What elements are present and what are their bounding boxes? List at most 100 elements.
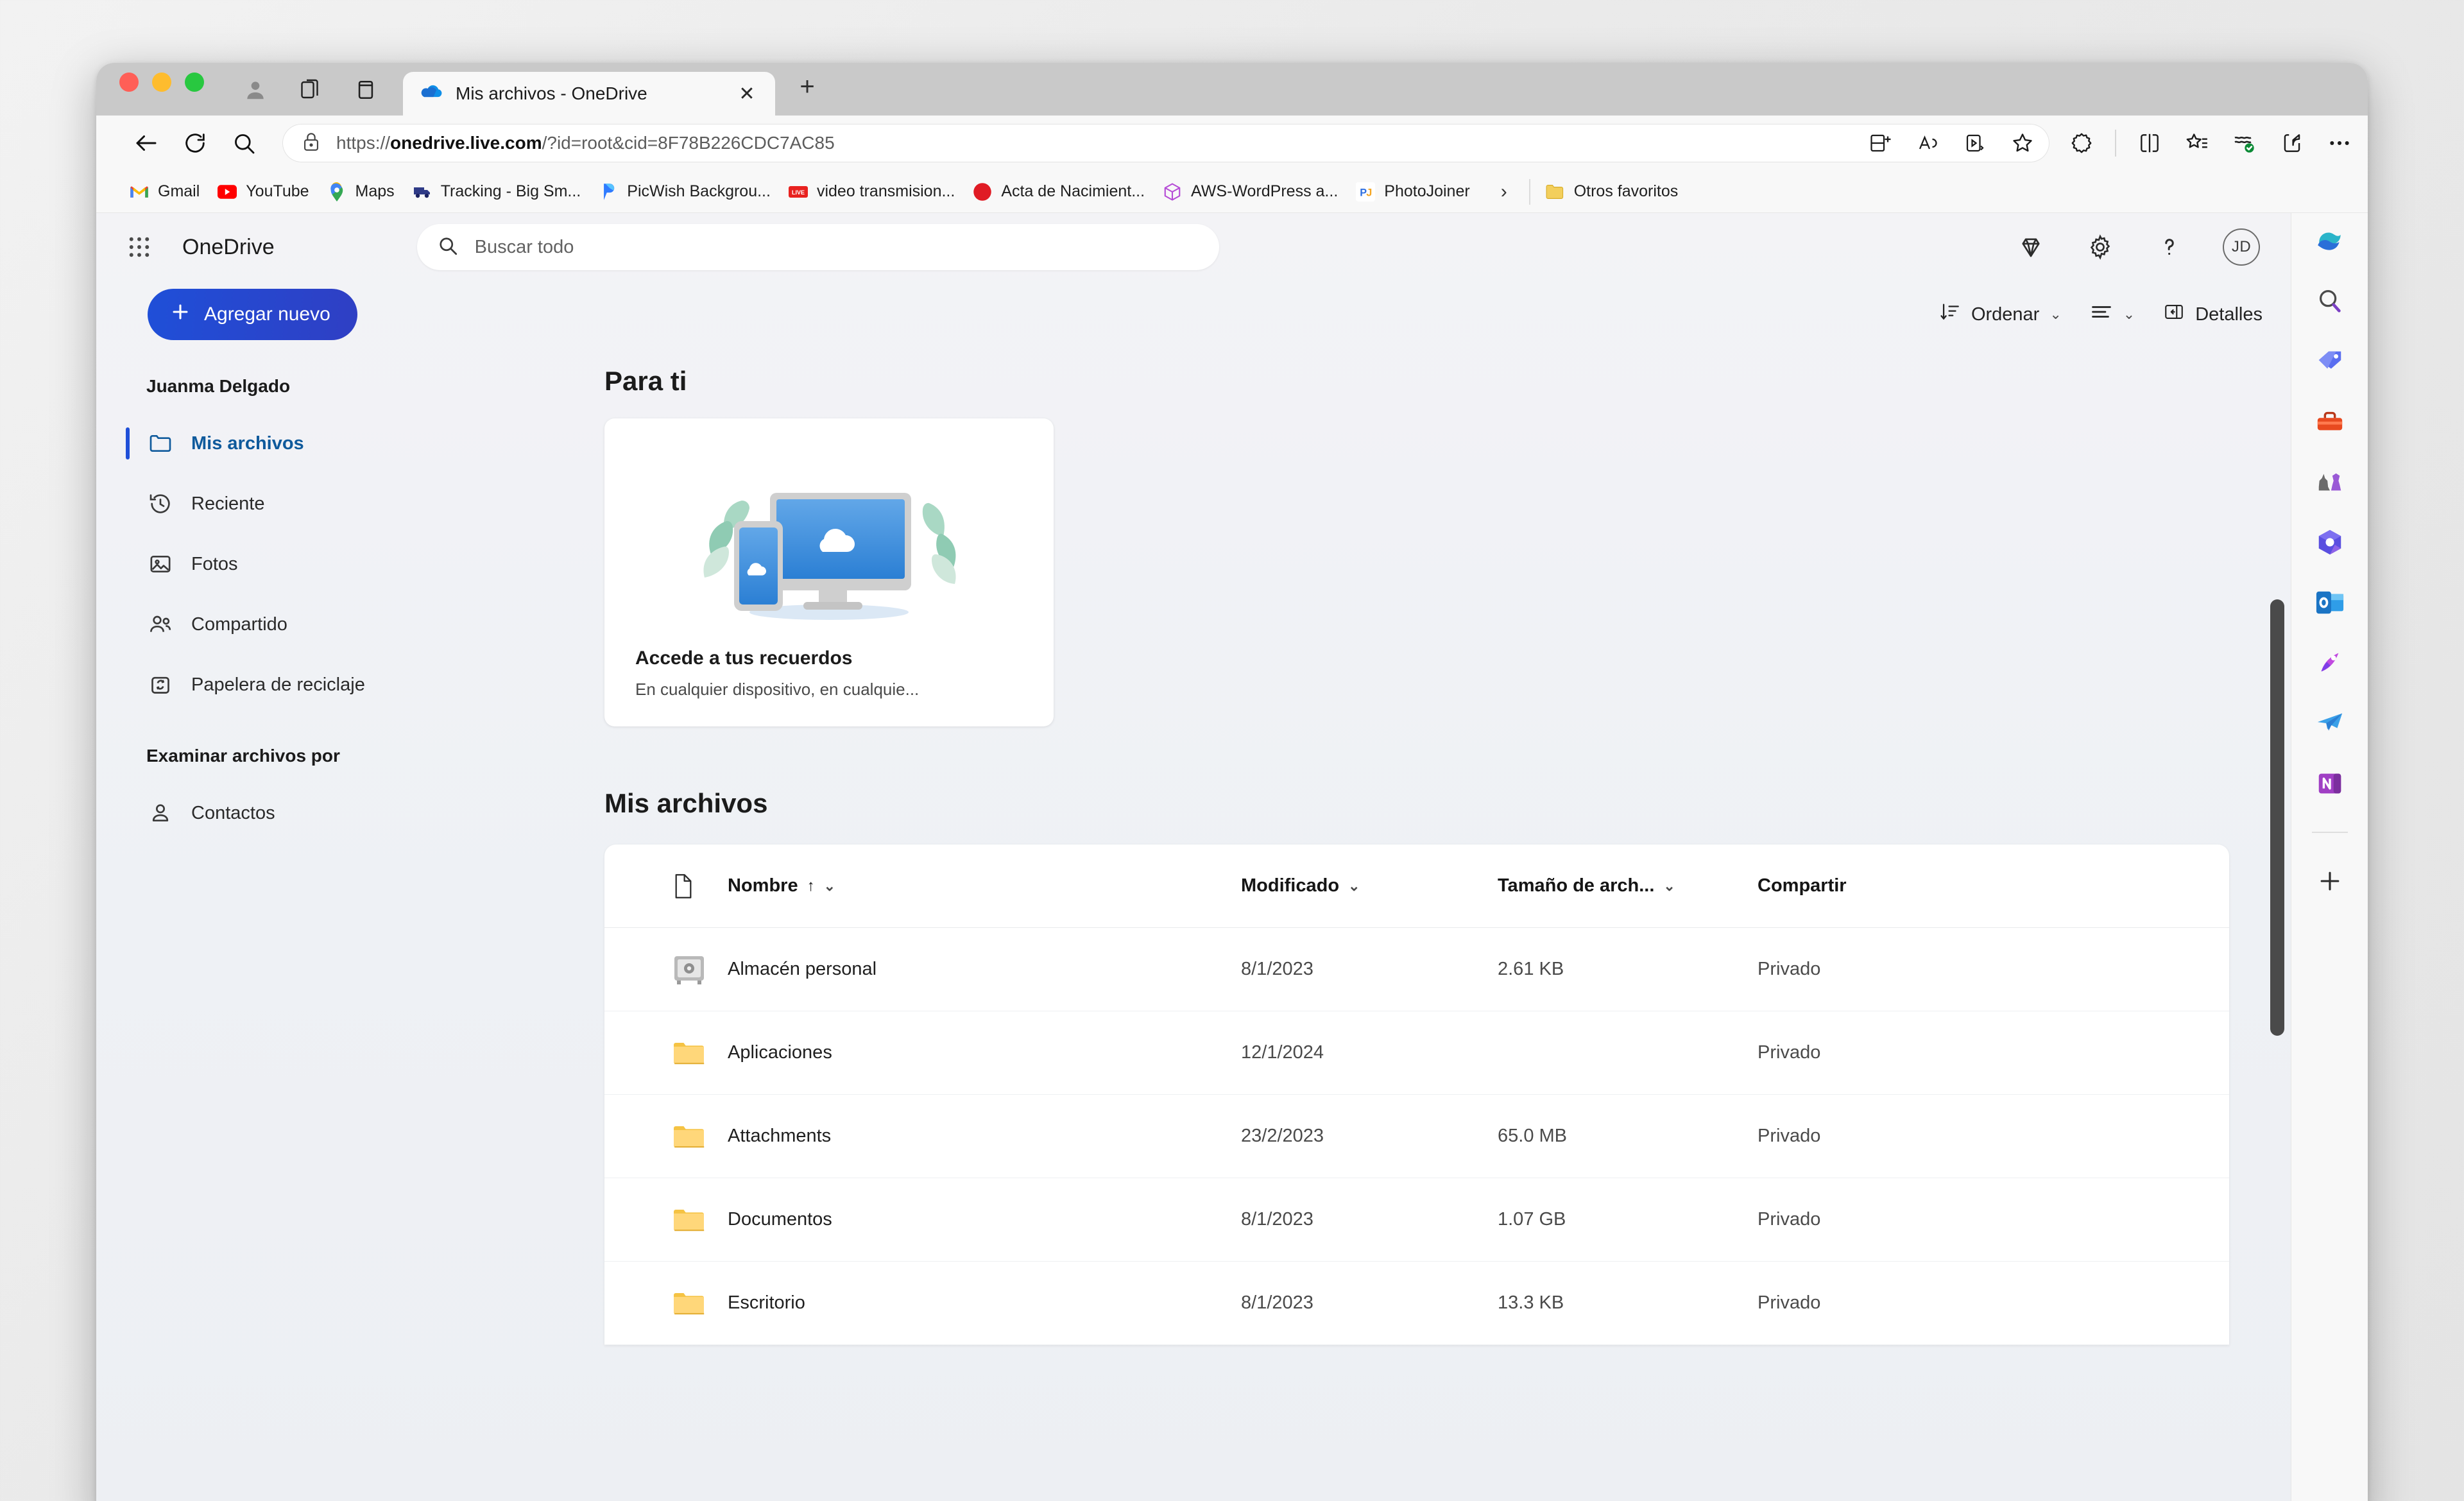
reload-icon[interactable] [171,124,219,162]
column-header-name[interactable]: Nombre ↑ ⌄ [728,875,1241,896]
split-window-icon[interactable] [2135,129,2164,157]
profile-avatar-icon[interactable] [241,76,270,104]
avatar[interactable]: JD [2223,228,2260,266]
onenote-icon[interactable] [2311,765,2348,802]
split-screen-icon[interactable] [1866,129,1894,157]
file-share: Privado [1758,1126,1821,1146]
new-tab-button[interactable]: + [792,73,823,116]
microsoft-365-icon[interactable] [2311,524,2348,561]
sidebar-item-fotos[interactable]: Fotos [96,534,590,594]
file-name: Almacén personal [728,959,877,979]
sidebar-item-label: Papelera de reciclaje [191,674,365,695]
onedrive-brand-label[interactable]: OneDrive [182,235,275,260]
search-icon[interactable] [219,124,268,162]
sidebar-item-mis-archivos[interactable]: Mis archivos [96,413,590,474]
sidebar-item-reciente[interactable]: Reciente [96,474,590,534]
copilot-icon[interactable] [2311,222,2348,259]
premium-diamond-icon[interactable] [2015,231,2047,263]
close-tab-button[interactable]: ✕ [734,83,760,105]
for-you-card-title: Accede a tus recuerdos [635,648,853,669]
for-you-card[interactable]: Accede a tus recuerdos En cualquier disp… [604,418,1054,726]
bookmark-maps[interactable]: Maps [318,178,404,205]
details-button[interactable]: Detalles [2163,301,2263,328]
app-launcher-icon[interactable] [122,230,157,264]
for-you-card-text: Accede a tus recuerdos En cualquier disp… [604,648,1054,726]
chevron-down-icon: ⌄ [2049,306,2062,322]
collections-shield-icon[interactable] [2230,129,2259,157]
url-input[interactable]: https://onedrive.live.com/?id=root&cid=8… [282,124,2049,162]
files-section-title: Mis archivos [604,788,768,818]
table-row[interactable]: Attachments 23/2/2023 65.0 MB Privado [604,1095,2229,1178]
table-row[interactable]: Documentos 8/1/2023 1.07 GB Privado [604,1178,2229,1262]
add-favorite-star-icon[interactable] [2008,129,2037,157]
lock-icon [300,131,322,156]
maximize-window-button[interactable] [185,73,204,92]
telegram-icon[interactable] [2311,705,2348,742]
bookmark-label: Otros favoritos [1573,182,1679,200]
bookmarks-overflow-chevron-icon[interactable]: › [1479,181,1523,203]
bookmark-gmail[interactable]: Gmail [121,178,209,205]
column-header-modified[interactable]: Modificado ⌄ [1241,875,1498,896]
file-size: 65.0 MB [1498,1126,1567,1146]
column-header-share[interactable]: Compartir [1758,875,2229,896]
settings-gear-icon[interactable] [2084,231,2116,263]
search-icon[interactable] [2311,282,2348,320]
add-sidebar-app-icon[interactable] [2311,862,2348,900]
truck-icon [413,182,432,202]
sidebar-item-label: Reciente [191,493,265,514]
more-options-icon[interactable] [2325,129,2354,157]
close-window-button[interactable] [119,73,139,92]
bookmark-video-transmision[interactable]: LIVE video transmision... [780,178,964,205]
table-row[interactable]: Escritorio 8/1/2023 13.3 KB Privado [604,1262,2229,1345]
bookmark-tracking[interactable]: Tracking - Big Sm... [404,178,590,205]
file-modified: 8/1/2023 [1241,959,1313,979]
minimize-window-button[interactable] [152,73,171,92]
picwish-icon [599,182,618,202]
search-input[interactable] [474,236,1200,258]
read-aloud-icon[interactable] [1913,129,1942,157]
share-icon[interactable] [2278,129,2306,157]
extensions-icon[interactable] [2067,129,2096,157]
pj-icon: PJ [1356,182,1376,202]
browser-tab[interactable]: Mis archivos - OneDrive ✕ [403,72,775,116]
games-icon[interactable] [2311,463,2348,501]
vertical-tabs-icon[interactable] [352,76,380,104]
chevron-down-icon[interactable]: ⌄ [1348,878,1360,895]
bookmark-youtube[interactable]: YouTube [209,178,318,205]
view-options-button[interactable]: ⌄ [2090,300,2135,329]
add-new-button[interactable]: Agregar nuevo [148,289,357,340]
column-header-file-type[interactable] [672,873,728,900]
window-controls [119,63,204,116]
bookmark-folder-otros-favoritos[interactable]: Otros favoritos [1537,178,1688,205]
bookmark-aws-wordpress[interactable]: AWS-WordPress a... [1154,178,1347,205]
table-row[interactable]: Aplicaciones 12/1/2024 Privado [604,1011,2229,1095]
bookmark-picwish[interactable]: PicWish Backgrou... [590,178,780,205]
chevron-down-icon[interactable]: ⌄ [1663,878,1675,895]
sort-button[interactable]: Ordenar ⌄ [1939,301,2062,328]
toolbox-icon[interactable] [2311,403,2348,440]
designer-icon[interactable] [2311,644,2348,682]
file-modified: 8/1/2023 [1241,1209,1313,1230]
help-icon[interactable] [2153,231,2186,263]
shopping-tag-icon[interactable] [2311,343,2348,380]
bookmark-acta-nacimiento[interactable]: Acta de Nacimient... [964,178,1154,205]
table-row[interactable]: Almacén personal 8/1/2023 2.61 KB Privad… [604,928,2229,1011]
outlook-icon[interactable] [2311,584,2348,621]
search-box[interactable] [416,224,1219,270]
file-share: Privado [1758,1042,1821,1063]
chevron-down-icon: ⌄ [2123,306,2135,322]
cube-icon [1163,182,1182,202]
bookmarks-bar: Gmail YouTube Maps Tracking - Big Sm... … [96,171,2368,213]
tab-groups-icon[interactable] [296,76,325,104]
favorites-list-icon[interactable] [2183,129,2211,157]
sidebar-item-compartido[interactable]: Compartido [96,594,590,655]
chevron-down-icon[interactable]: ⌄ [824,878,835,895]
maps-icon [327,182,346,202]
sidebar-item-papelera[interactable]: Papelera de reciclaje [96,655,590,715]
video-pip-icon[interactable] [1961,129,1989,157]
sidebar-item-contactos[interactable]: Contactos [96,783,590,843]
column-header-size[interactable]: Tamaño de arch... ⌄ [1498,875,1758,896]
back-arrow-icon[interactable] [122,124,171,162]
vertical-scrollbar[interactable] [2270,599,2284,1036]
bookmark-photojoiner[interactable]: PJ PhotoJoiner [1347,178,1478,205]
